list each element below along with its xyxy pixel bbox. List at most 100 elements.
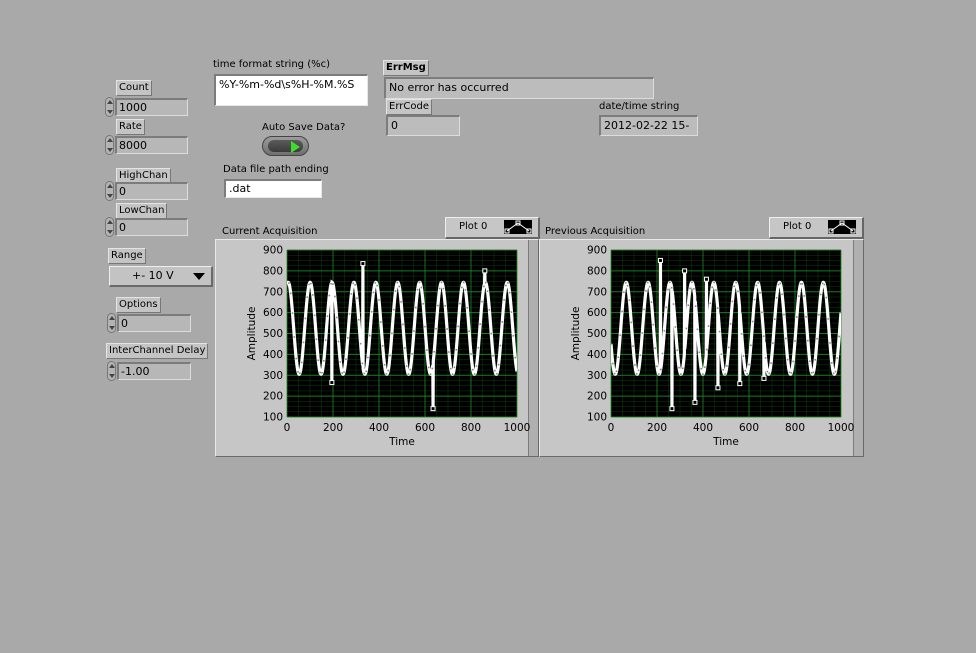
data-point	[700, 367, 702, 370]
decrement-arrow-icon[interactable]	[107, 230, 113, 234]
decrement-arrow-icon[interactable]	[109, 374, 115, 378]
data-point	[757, 282, 759, 284]
rate-spinner[interactable]	[105, 135, 114, 155]
decrement-arrow-icon[interactable]	[109, 326, 115, 330]
outlier-point	[360, 261, 366, 267]
increment-arrow-icon[interactable]	[109, 316, 115, 320]
data-point	[647, 281, 649, 284]
count-spinner[interactable]	[105, 97, 114, 117]
options-input[interactable]: 0	[117, 314, 191, 332]
data-point	[764, 357, 767, 359]
data-point	[724, 373, 726, 375]
data-point	[348, 313, 351, 315]
play-led-icon	[291, 141, 300, 153]
increment-arrow-icon[interactable]	[107, 138, 113, 142]
plot-legend[interactable]: Plot 0	[769, 217, 864, 239]
decrement-arrow-icon[interactable]	[107, 194, 113, 198]
options-spinner[interactable]	[107, 313, 116, 333]
data-point	[505, 284, 507, 287]
previous-acquisition-plot: 100 200 300 400 500 600 700 800 900 0 200 400 600 800…	[570, 245, 854, 449]
plot-style-icon[interactable]	[828, 220, 856, 234]
outlier-point	[482, 268, 488, 274]
current-acquisition-title: Current Acquisition	[222, 226, 318, 237]
data-point	[781, 293, 783, 296]
data-point	[472, 368, 474, 371]
data-point	[746, 372, 748, 375]
data-point	[361, 362, 364, 365]
increment-arrow-icon[interactable]	[107, 100, 113, 104]
data-point	[383, 364, 386, 366]
rate-label: Rate	[116, 119, 145, 135]
data-point	[446, 328, 448, 330]
data-point	[648, 285, 651, 288]
data-point	[748, 363, 750, 366]
highchan-spinner[interactable]	[105, 181, 114, 201]
dropdown-arrow-icon[interactable]	[193, 273, 205, 280]
data-point	[299, 372, 301, 375]
data-point	[339, 361, 342, 363]
data-point	[705, 348, 708, 351]
data-point	[735, 281, 737, 284]
data-point	[788, 371, 791, 374]
data-point	[794, 340, 796, 342]
y-tick-label: 900	[587, 245, 607, 257]
decrement-arrow-icon[interactable]	[107, 148, 113, 152]
increment-arrow-icon[interactable]	[107, 184, 113, 188]
data-point	[731, 300, 734, 303]
increment-arrow-icon[interactable]	[109, 364, 115, 368]
decrement-arrow-icon[interactable]	[107, 110, 113, 114]
data-point	[808, 360, 811, 363]
data-point	[448, 351, 450, 353]
data-point	[501, 321, 504, 323]
data-point	[486, 290, 489, 293]
data-point	[497, 363, 500, 366]
data-point	[288, 282, 290, 284]
range-value: +- 10 V	[132, 269, 174, 282]
data-point	[455, 348, 458, 351]
data-point	[378, 299, 380, 301]
data-point	[617, 356, 620, 359]
data-point	[416, 288, 419, 291]
data-point	[374, 282, 377, 284]
count-input[interactable]: 1000	[115, 98, 188, 116]
data-point	[659, 368, 662, 371]
highchan-input[interactable]: 0	[115, 182, 188, 200]
data-point	[702, 373, 704, 375]
data-point	[346, 337, 349, 339]
data-point	[350, 293, 353, 295]
plot-legend[interactable]: Plot 0	[445, 217, 540, 239]
data-point	[310, 282, 312, 285]
data-point	[367, 356, 369, 359]
range-select[interactable]: +- 10 V	[109, 266, 213, 287]
outlier-point	[715, 385, 721, 391]
data-point	[819, 293, 822, 296]
data-point	[424, 325, 426, 328]
data-point	[499, 344, 502, 347]
data-point	[670, 286, 673, 289]
data-point	[624, 282, 627, 284]
data-point	[727, 346, 730, 349]
data-point	[691, 281, 693, 284]
data-file-input[interactable]: .dat	[224, 179, 322, 198]
data-point	[762, 335, 765, 337]
increment-arrow-icon[interactable]	[107, 220, 113, 224]
errmsg-field: No error has occurred	[384, 77, 654, 99]
data-point	[777, 283, 780, 286]
rate-input[interactable]: 8000	[115, 136, 188, 154]
data-point	[656, 365, 658, 368]
outlier-point	[737, 381, 743, 387]
x-tick-label: 400	[693, 422, 713, 434]
interchannel-delay-spinner[interactable]	[107, 361, 116, 381]
data-point	[385, 373, 388, 375]
data-point	[770, 362, 772, 364]
lowchan-spinner[interactable]	[105, 217, 114, 237]
interchannel-delay-input[interactable]: -1.00	[117, 362, 191, 380]
auto-save-toggle[interactable]	[262, 136, 309, 156]
data-point	[619, 334, 621, 337]
outlier-point	[761, 375, 767, 381]
lowchan-input[interactable]: 0	[115, 218, 188, 236]
time-format-input[interactable]: %Y-%m-%d\s%H-%M.%S	[214, 74, 368, 106]
data-point	[418, 281, 421, 284]
plot-style-icon[interactable]	[504, 220, 532, 234]
data-point	[392, 308, 395, 311]
